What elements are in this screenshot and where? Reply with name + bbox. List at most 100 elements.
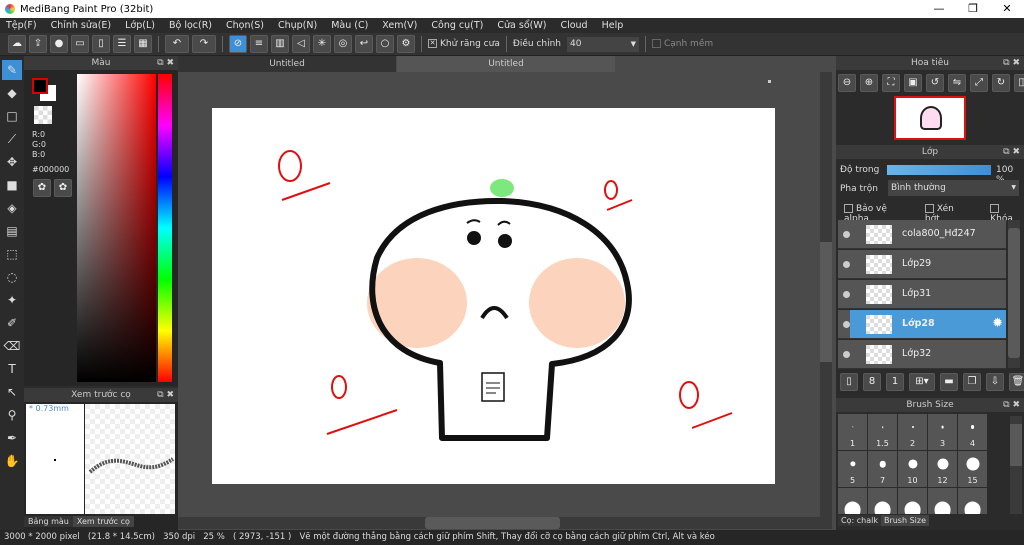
radial-snap-icon[interactable]: ✳ <box>313 35 331 53</box>
tab-untitled-1[interactable]: Untitled <box>178 56 396 72</box>
menu-window[interactable]: Cửa sổ(W) <box>497 20 546 31</box>
brush-size-option[interactable]: 1.5 <box>868 414 897 450</box>
tab-brush-chalk[interactable]: Cọ: chalk <box>838 515 881 526</box>
zoom-in-icon[interactable]: ⊕ <box>860 74 878 92</box>
foreground-color-swatch[interactable] <box>32 78 48 94</box>
hand-tool-icon[interactable]: ✋ <box>2 451 22 471</box>
fullscreen-icon[interactable]: ⤢ <box>970 74 988 92</box>
parallel-snap-icon[interactable]: ≡ <box>250 35 268 53</box>
folder-icon[interactable]: ▬ <box>940 373 958 391</box>
flip-icon[interactable]: ⇋ <box>948 74 966 92</box>
visibility-icon[interactable] <box>843 321 850 328</box>
palette-icon[interactable]: ✿ <box>33 179 51 197</box>
eyedropper-icon[interactable]: ⚲ <box>2 405 22 425</box>
cross-snap-icon[interactable]: ▥ <box>271 35 289 53</box>
menu-view[interactable]: Xem(V) <box>382 20 417 31</box>
fill-rect-tool-icon[interactable]: ■ <box>2 175 22 195</box>
operation-tool-icon[interactable]: ↖ <box>2 382 22 402</box>
move-tool-icon[interactable]: ✥ <box>2 152 22 172</box>
undock-close-icon[interactable]: ⧉ ✖ <box>157 388 174 402</box>
new-8bit-layer-icon[interactable]: 8 <box>863 373 881 391</box>
brush-tool-icon[interactable]: ✎ <box>2 60 22 80</box>
menu-cloud[interactable]: Cloud <box>560 20 587 31</box>
menu-help[interactable]: Help <box>602 20 624 31</box>
minimize-button[interactable]: — <box>922 0 956 18</box>
brush-size-option[interactable] <box>838 488 867 514</box>
vanishing-snap-icon[interactable]: ◁ <box>292 35 310 53</box>
opacity-slider[interactable] <box>887 165 991 175</box>
rotate-right-icon[interactable]: ↻ <box>992 74 1010 92</box>
menu-file[interactable]: Tệp(F) <box>6 20 37 31</box>
bucket-tool-icon[interactable]: ◈ <box>2 198 22 218</box>
layer-item-selected[interactable]: Lớp28 ✹ <box>838 310 1006 339</box>
soft-edge-checkbox[interactable]: Cạnh mềm <box>651 39 713 49</box>
transparent-color-swatch[interactable] <box>34 106 52 124</box>
select-eraser-icon[interactable]: ⌫ <box>2 336 22 356</box>
page-list-icon[interactable]: ☰ <box>113 35 131 53</box>
menu-layer[interactable]: Lớp(L) <box>125 20 155 31</box>
layer-item[interactable]: Lớp32 <box>838 340 1006 369</box>
visibility-icon[interactable] <box>843 351 850 358</box>
new-layer-icon[interactable]: ▯ <box>840 373 858 391</box>
brush-size-option[interactable]: 5 <box>838 451 867 487</box>
brush-size-option[interactable]: 7 <box>868 451 897 487</box>
line-tool-icon[interactable]: ⟋ <box>2 129 22 149</box>
brush-size-option[interactable] <box>958 488 987 514</box>
antialias-checkbox[interactable]: ✕ Khử răng cưa <box>428 39 500 49</box>
page-icon[interactable]: ▯ <box>92 35 110 53</box>
menu-snap[interactable]: Chụp(N) <box>278 20 317 31</box>
brush-size-option[interactable]: 10 <box>898 451 927 487</box>
select-pen-icon[interactable]: ✐ <box>2 313 22 333</box>
undo-icon[interactable]: ↶ <box>165 35 189 53</box>
brush-size-option[interactable]: 12 <box>928 451 957 487</box>
comment-icon[interactable]: ● <box>50 35 68 53</box>
layer-item[interactable]: Lớp31 <box>838 280 1006 309</box>
layer-item[interactable]: Lớp29 <box>838 250 1006 279</box>
gradient-tool-icon[interactable]: ▤ <box>2 221 22 241</box>
circle-snap-icon[interactable]: ○ <box>376 35 394 53</box>
saturation-value-picker[interactable] <box>77 74 156 382</box>
tab-untitled-2[interactable]: Untitled <box>397 56 615 72</box>
actual-size-icon[interactable]: ▣ <box>904 74 922 92</box>
menu-color[interactable]: Màu (C) <box>331 20 368 31</box>
layer-item[interactable]: cola800_Hđ247 <box>838 220 1006 249</box>
visibility-icon[interactable] <box>843 291 850 298</box>
vertical-scrollbar[interactable] <box>820 72 832 517</box>
horizontal-scrollbar[interactable] <box>178 517 832 529</box>
navigator-preview[interactable] <box>894 96 966 140</box>
curve-snap-icon[interactable]: ↩ <box>355 35 373 53</box>
blend-dropdown[interactable]: Bình thường ▼ <box>888 180 1019 196</box>
close-button[interactable]: ✕ <box>990 0 1024 18</box>
undock-close-icon[interactable]: ⧉ ✖ <box>157 56 174 70</box>
snap-settings-icon[interactable]: ⚙ <box>397 35 415 53</box>
menu-filter[interactable]: Bộ lọc(R) <box>169 20 212 31</box>
tab-palette[interactable]: Bảng màu <box>24 516 73 527</box>
snap-off-icon[interactable]: ⊘ <box>229 35 247 53</box>
adjust-dropdown[interactable]: 40 ▼ <box>566 36 639 52</box>
message-icon[interactable]: ▭ <box>71 35 89 53</box>
hue-slider[interactable] <box>158 74 172 382</box>
select-rect-icon[interactable]: ⬚ <box>2 244 22 264</box>
dot-tool-icon[interactable]: □ <box>2 106 22 126</box>
redo-icon[interactable]: ↷ <box>192 35 216 53</box>
brush-size-option[interactable]: 1 <box>838 414 867 450</box>
visibility-icon[interactable] <box>843 261 850 268</box>
duplicate-layer-icon[interactable]: ❐ <box>963 373 981 391</box>
tab-brush-preview[interactable]: Xem trước cọ <box>72 516 134 527</box>
text-tool-icon[interactable]: T <box>2 359 22 379</box>
eraser-tool-icon[interactable]: ◆ <box>2 83 22 103</box>
delete-layer-icon[interactable]: 🗑 <box>1009 373 1024 391</box>
brush-size-option[interactable]: 4 <box>958 414 987 450</box>
brush-size-option[interactable]: 3 <box>928 414 957 450</box>
maximize-button[interactable]: ❐ <box>956 0 990 18</box>
menu-select[interactable]: Chọn(S) <box>226 20 264 31</box>
visibility-icon[interactable] <box>843 231 850 238</box>
undock-close-icon[interactable]: ⧉ ✖ <box>1003 398 1020 412</box>
brush-size-option[interactable] <box>868 488 897 514</box>
layer-scrollbar[interactable] <box>1008 220 1020 368</box>
grid-settings-icon[interactable]: ▦ <box>134 35 152 53</box>
brush-size-option[interactable]: 15 <box>958 451 987 487</box>
share-icon[interactable]: ⇪ <box>29 35 47 53</box>
undock-close-icon[interactable]: ⧉ ✖ <box>1003 145 1020 159</box>
zoom-out-icon[interactable]: ⊖ <box>838 74 856 92</box>
